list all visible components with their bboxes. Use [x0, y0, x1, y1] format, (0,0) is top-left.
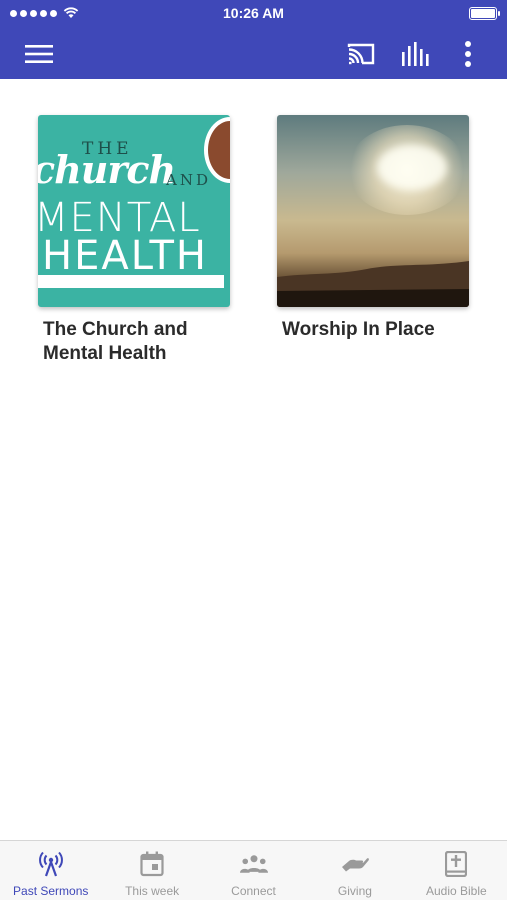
artwork-bar [38, 275, 224, 288]
sermon-artwork[interactable]: THE church AND MENTAL HEALTH [38, 115, 230, 307]
sermon-title[interactable]: Worship In Place [282, 318, 472, 342]
broadcast-icon [38, 851, 63, 877]
people-icon [239, 855, 268, 873]
status-time: 10:26 AM [223, 5, 284, 21]
cast-icon [347, 43, 375, 65]
tab-label: Audio Bible [425, 884, 487, 898]
cast-button[interactable] [343, 36, 379, 72]
mountain-silhouette [277, 261, 469, 307]
artwork-text-health: HEALTH [42, 233, 209, 279]
bible-icon [445, 851, 468, 877]
tab-this-week[interactable]: This week [101, 841, 202, 900]
battery-icon [469, 7, 500, 20]
sermon-artwork[interactable] [277, 115, 469, 307]
tab-label: This week [125, 884, 180, 898]
equalizer-icon [402, 42, 429, 66]
giving-hand-icon [341, 858, 369, 872]
tab-label: Past Sermons [13, 884, 89, 898]
status-bar: 10:26 AM [0, 0, 507, 28]
tab-connect[interactable]: Connect [203, 841, 304, 900]
calendar-icon [140, 851, 164, 877]
sermon-card[interactable]: THE church AND MENTAL HEALTH The Church … [38, 115, 232, 366]
sermon-grid: THE church AND MENTAL HEALTH The Church … [0, 79, 507, 840]
app-bar [0, 28, 507, 79]
menu-button[interactable] [21, 36, 57, 72]
more-options-button[interactable] [450, 36, 486, 72]
sermon-title[interactable]: The Church and Mental Health [43, 318, 233, 366]
tab-giving[interactable]: Giving [304, 841, 405, 900]
bottom-tab-bar: Past Sermons This week Connect Giving Au… [0, 840, 507, 900]
more-vert-icon [465, 41, 471, 67]
tab-label: Giving [337, 884, 372, 898]
tab-past-sermons[interactable]: Past Sermons [0, 841, 101, 900]
sermon-card[interactable]: Worship In Place [277, 115, 471, 342]
menu-icon [25, 45, 53, 63]
sky-cloud [377, 145, 447, 190]
artwork-text-and: AND [166, 171, 211, 189]
artwork-text-church: church [38, 147, 176, 192]
equalizer-button[interactable] [397, 36, 433, 72]
tab-label: Connect [231, 884, 276, 898]
tab-audio-bible[interactable]: Audio Bible [406, 841, 507, 900]
